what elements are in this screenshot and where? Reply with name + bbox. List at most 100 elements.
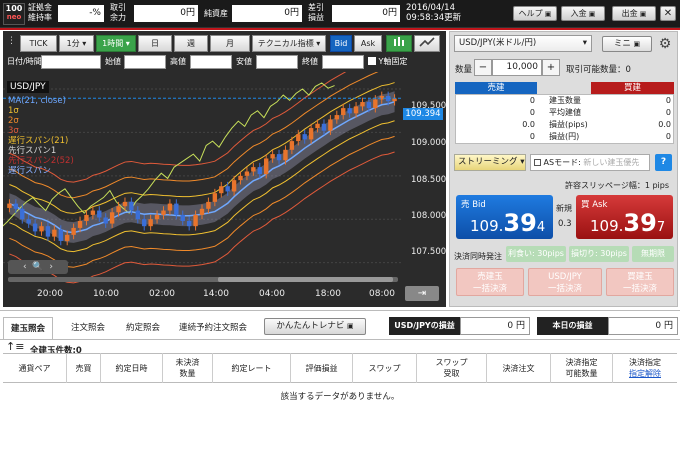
x-tick-label: 18:00 bbox=[315, 289, 341, 299]
stop-loss-button[interactable]: 損切り: 30pips bbox=[569, 246, 629, 262]
candle bbox=[379, 95, 384, 100]
streaming-select[interactable]: ストリーミング ▾ bbox=[454, 154, 526, 171]
sell-bid-button[interactable]: 売 Bid 109.394 bbox=[456, 195, 553, 239]
candle bbox=[7, 203, 12, 208]
indicator-select[interactable]: テクニカル指標 ▾ bbox=[252, 35, 326, 52]
y-tick-label: 107.500 bbox=[411, 247, 447, 257]
sort-icon[interactable]: ↑≡ bbox=[6, 340, 24, 353]
chevron-down-icon: ▾ bbox=[582, 38, 587, 48]
column-header[interactable]: 未決済 数量 bbox=[162, 353, 212, 383]
legend-item: 2σ bbox=[8, 116, 19, 126]
candle bbox=[174, 203, 179, 215]
month-button[interactable]: 月 bbox=[210, 35, 250, 52]
candle bbox=[180, 214, 185, 221]
line-chart-icon[interactable] bbox=[414, 35, 440, 52]
candle bbox=[77, 220, 83, 228]
as-mode-checkbox[interactable]: ASモード: 新しい建玉優先 bbox=[530, 154, 650, 171]
quantity-minus-button[interactable]: − bbox=[474, 59, 492, 76]
interval-1h-select[interactable]: 1時間 ▾ bbox=[96, 35, 136, 52]
current-price-marker: 109.394 bbox=[403, 108, 443, 120]
table-row: 0 平均建値 0 bbox=[529, 108, 671, 117]
pair-settle-button[interactable]: USD/JPY 一括決済 bbox=[528, 268, 602, 296]
candle bbox=[84, 214, 89, 221]
chevron-left-icon[interactable]: ‹ bbox=[23, 262, 27, 272]
spread-value: 0.3 bbox=[558, 219, 572, 229]
y-tick-label: 108.000 bbox=[411, 211, 447, 221]
expiry-button[interactable]: 無期限 bbox=[632, 246, 674, 262]
sell-position-settle-button[interactable]: 売建玉 一括決済 bbox=[456, 268, 524, 296]
ask-toggle[interactable]: Ask bbox=[354, 35, 382, 52]
quantity-label: 数量 bbox=[455, 65, 473, 75]
checkbox-icon bbox=[534, 159, 541, 166]
tab-executions[interactable]: 約定照会 bbox=[118, 317, 168, 339]
day-button[interactable]: 日 bbox=[138, 35, 172, 52]
chart-legend: MA(21, close) 1σ 2σ 3σ 遅行スパン(21) 先行スパン1 先行スパン2… bbox=[8, 96, 74, 176]
legend-item: 3σ bbox=[8, 126, 19, 136]
sell-header: 売建 bbox=[455, 82, 537, 94]
low-label: 安値 bbox=[236, 57, 252, 66]
candle bbox=[45, 226, 51, 237]
quantity-plus-button[interactable]: + bbox=[542, 59, 560, 76]
x-tick-label: 04:00 bbox=[259, 289, 285, 299]
close-icon[interactable]: ✕ bbox=[660, 6, 676, 21]
zoom-icon[interactable]: 🔍 bbox=[32, 262, 43, 272]
quantity-input[interactable]: 10,000 bbox=[492, 59, 542, 76]
column-header[interactable]: 決済注文 bbox=[486, 353, 550, 383]
interval-1m-select[interactable]: 1分 ▾ bbox=[59, 35, 94, 52]
empty-table-message: 該当するデータがありません。 bbox=[280, 392, 400, 402]
mini-button[interactable]: ミニ ▣ bbox=[602, 36, 652, 52]
chevron-right-icon[interactable]: › bbox=[49, 262, 53, 272]
zoom-controls[interactable]: ‹ 🔍 › bbox=[8, 260, 68, 274]
x-tick-label: 02:00 bbox=[149, 289, 175, 299]
simple-trade-navi-button[interactable]: かんたんトレナビ ▣ bbox=[264, 318, 366, 335]
column-header[interactable]: 約定日時 bbox=[100, 353, 162, 383]
cancel-designation-link[interactable]: 指定解除 bbox=[629, 368, 661, 379]
week-button[interactable]: 週 bbox=[174, 35, 208, 52]
tab-orders[interactable]: 注文照会 bbox=[62, 317, 114, 339]
column-header[interactable]: スワップ 受取 bbox=[416, 353, 486, 383]
candle bbox=[302, 134, 307, 140]
column-header[interactable]: 決済指定 可能数量 bbox=[550, 353, 612, 383]
gear-icon[interactable]: ⚙ bbox=[656, 35, 674, 53]
chart-scrollbar[interactable] bbox=[8, 277, 398, 282]
column-header[interactable]: 通貨ペア bbox=[3, 353, 66, 383]
candle bbox=[109, 212, 115, 224]
column-header[interactable]: 約定レート bbox=[212, 353, 290, 383]
window-icon: ▣ bbox=[586, 10, 596, 18]
window-icon: ▣ bbox=[542, 10, 552, 18]
pair-pnl-value: 0 円 bbox=[460, 317, 530, 335]
candle bbox=[154, 214, 160, 220]
withdraw-button[interactable]: 出金 ▣ bbox=[612, 6, 656, 21]
tick-button[interactable]: TICK bbox=[20, 35, 57, 52]
app-logo: 100 neo bbox=[3, 3, 25, 25]
tab-sequential-orders[interactable]: 連続予約注文照会 bbox=[172, 317, 254, 339]
take-profit-button[interactable]: 利食い: 30pips bbox=[506, 246, 566, 262]
scrollbar-thumb[interactable] bbox=[218, 277, 393, 282]
table-row: 0.0 損益(pips) 0.0 bbox=[522, 120, 671, 129]
bid-toggle[interactable]: Bid bbox=[330, 35, 352, 52]
low-value bbox=[256, 55, 298, 69]
pair-pnl-label: USD/JPYの損益 bbox=[389, 317, 460, 335]
column-header[interactable]: スワップ bbox=[352, 353, 416, 383]
candle bbox=[129, 201, 134, 211]
buy-ask-button[interactable]: 買 Ask 109.397 bbox=[576, 195, 673, 239]
candle bbox=[219, 186, 224, 194]
buy-position-settle-button[interactable]: 買建玉 一括決済 bbox=[606, 268, 674, 296]
deposit-button[interactable]: 入金 ▣ bbox=[561, 6, 605, 21]
column-header[interactable]: 決済指定 指定解除 bbox=[612, 353, 677, 383]
close-value bbox=[322, 55, 364, 69]
currency-pair-select[interactable]: USD/JPY(米ドル/円) ▾ bbox=[454, 35, 592, 52]
column-header[interactable]: 評価損益 bbox=[290, 353, 352, 383]
today-pnl-value: 0 円 bbox=[608, 317, 678, 335]
x-tick-label: 14:00 bbox=[203, 289, 229, 299]
datetime-label: 日付/時間 bbox=[7, 57, 42, 66]
scroll-to-latest-icon[interactable]: ⇥ bbox=[405, 286, 439, 301]
candle-chart-icon[interactable] bbox=[386, 35, 412, 52]
help-button[interactable]: ヘルプ ▣ bbox=[513, 6, 557, 21]
y-axis-fixed-checkbox[interactable]: Y軸固定 bbox=[368, 56, 407, 68]
column-header[interactable]: 売買 bbox=[66, 353, 100, 383]
open-value bbox=[124, 55, 166, 69]
help-icon[interactable]: ? bbox=[655, 154, 672, 171]
drag-handle-icon[interactable]: ⋮⋮ bbox=[7, 36, 25, 50]
tab-positions[interactable]: 建玉照会 bbox=[3, 317, 53, 339]
